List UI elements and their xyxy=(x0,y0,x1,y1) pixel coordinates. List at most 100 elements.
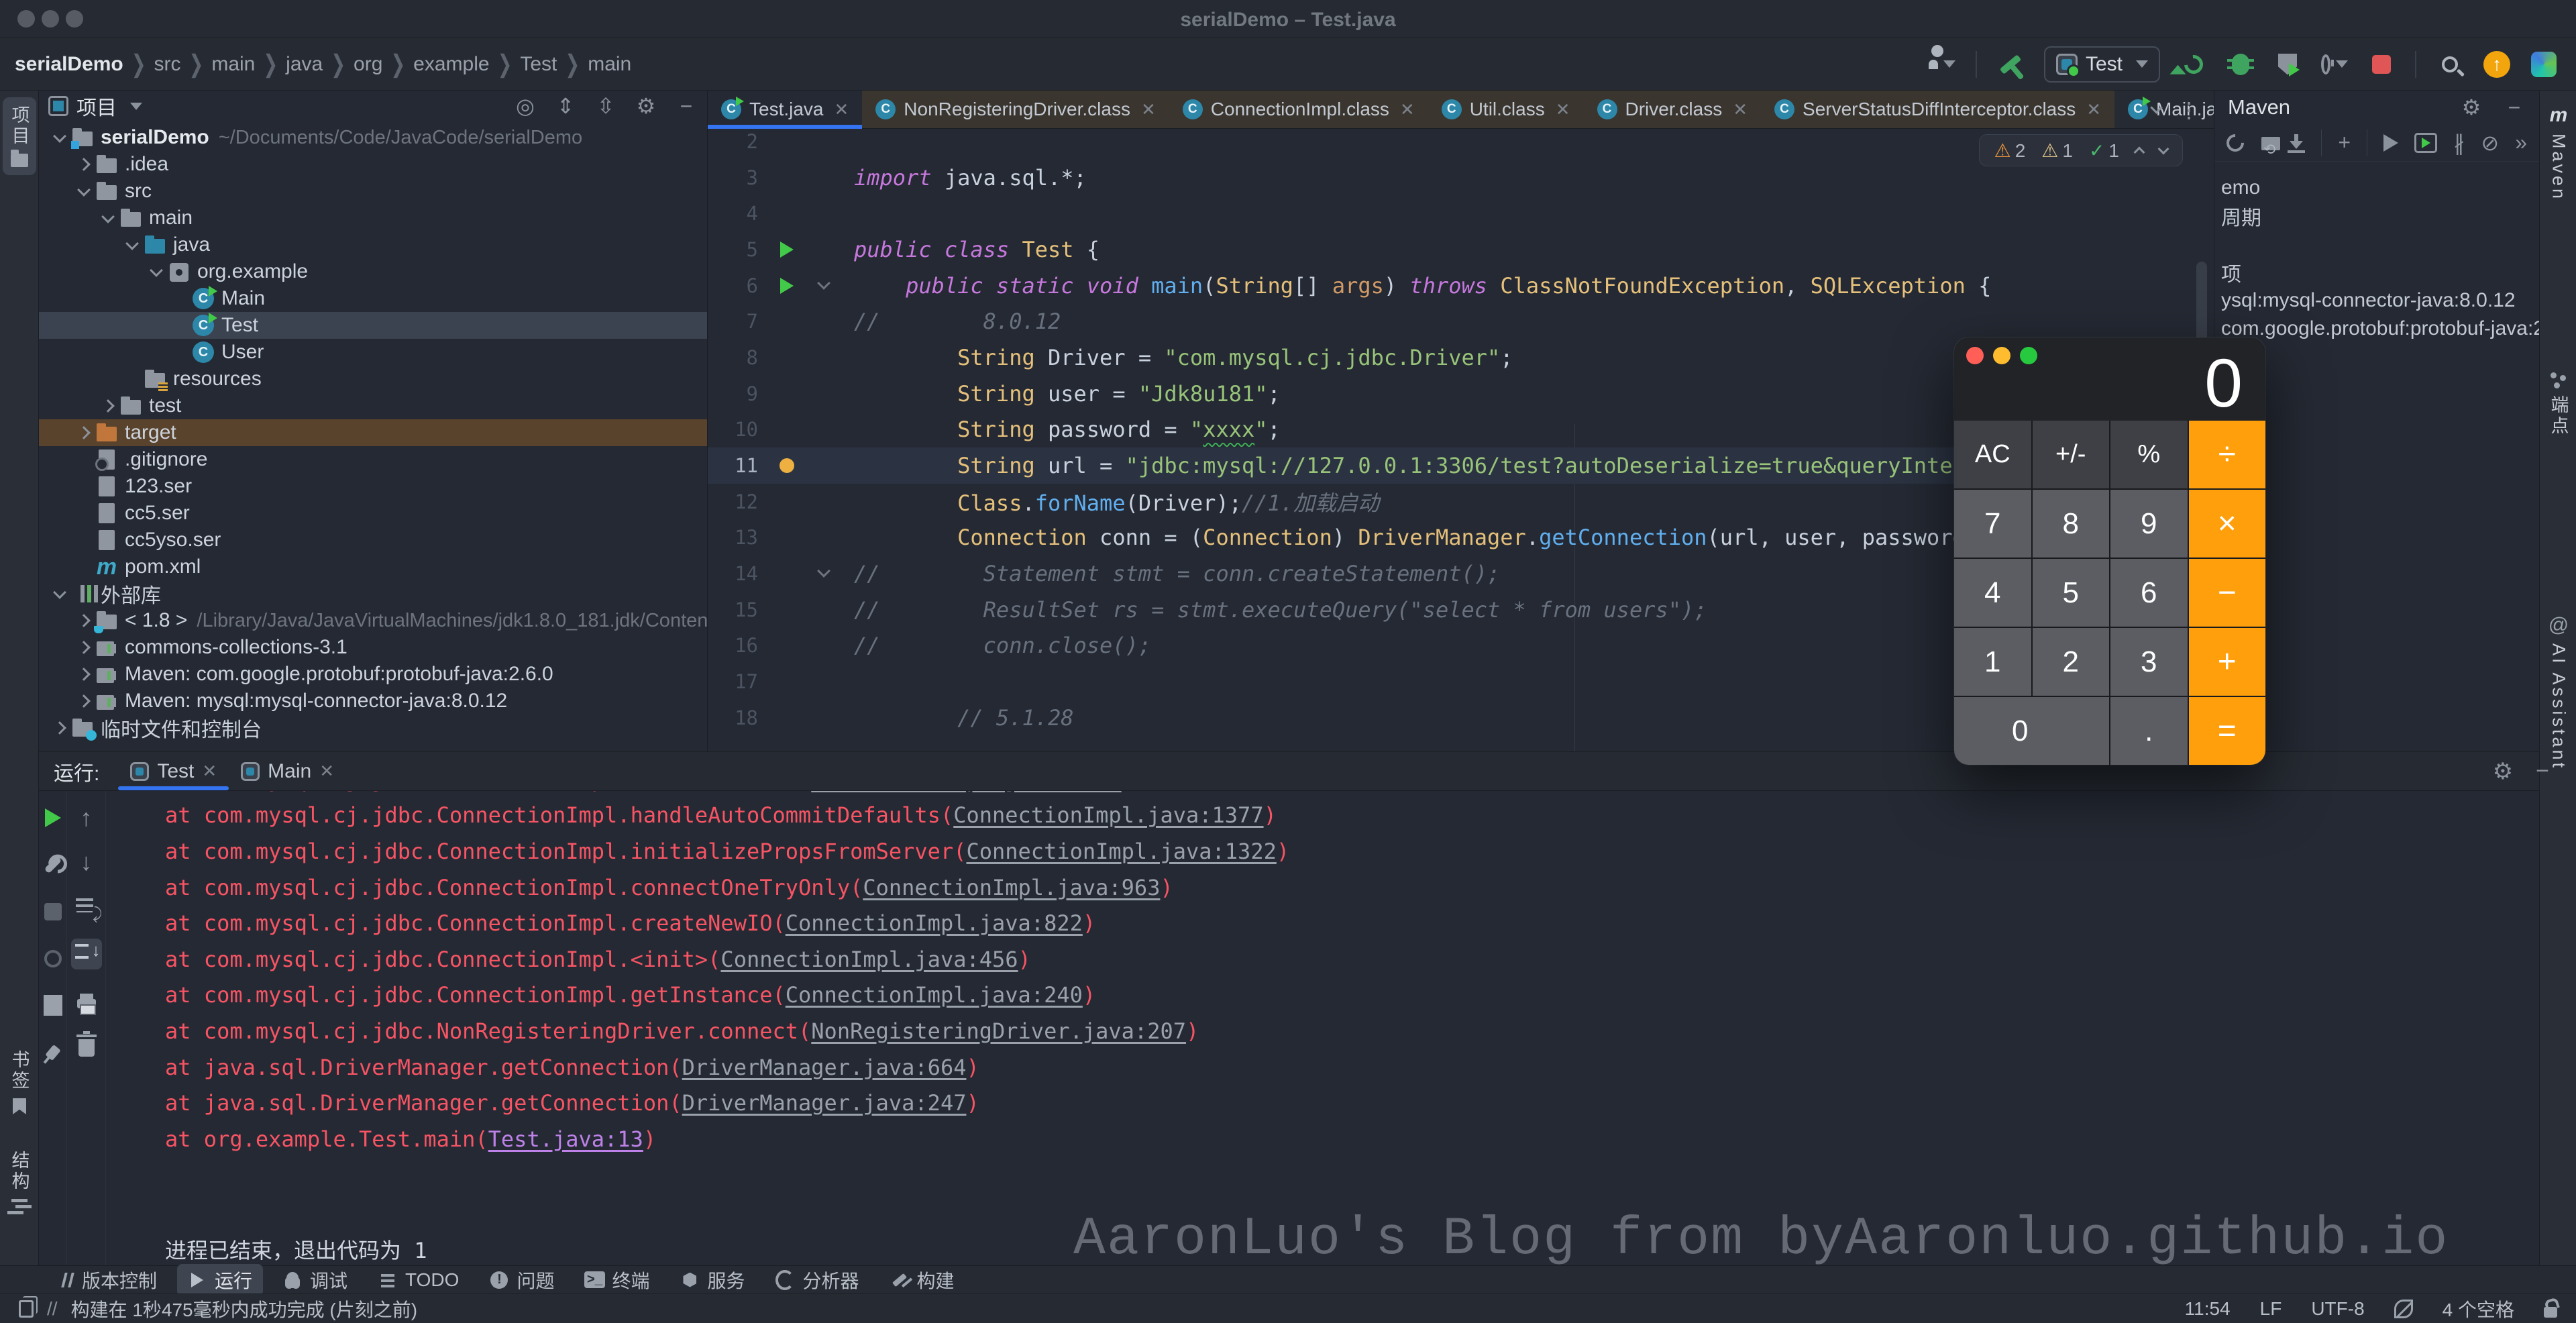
run-configuration-chip[interactable]: Test xyxy=(2044,46,2160,83)
stack-trace-line[interactable]: at java.sql.DriverManager.getConnection(… xyxy=(106,1049,2539,1086)
code-line[interactable]: 5 public class Test { xyxy=(708,231,2214,268)
run-button[interactable] xyxy=(2180,51,2207,78)
file-encoding[interactable]: UTF-8 xyxy=(2311,1298,2364,1320)
download-sources-icon[interactable] xyxy=(2288,131,2305,154)
user-icon[interactable] xyxy=(1929,51,1955,78)
calculator-key[interactable]: 1 xyxy=(1954,628,2031,696)
profiler-button[interactable] xyxy=(2321,51,2348,78)
calculator-key[interactable]: − xyxy=(2189,559,2266,627)
tool-window-button[interactable]: 版本控制 xyxy=(44,1264,168,1296)
tree-row[interactable]: org.example xyxy=(39,258,707,285)
edit-configuration-icon[interactable] xyxy=(41,853,65,877)
calculator-key[interactable]: 3 xyxy=(2110,628,2188,696)
calculator-key[interactable]: AC xyxy=(1954,421,2031,488)
tree-row[interactable]: java xyxy=(39,231,707,258)
stack-trace-line[interactable]: at com.mysql.cj.jdbc.ConnectionImpl.hand… xyxy=(106,798,2539,834)
tree-row[interactable]: test xyxy=(39,392,707,419)
more-actions-icon[interactable]: » xyxy=(2515,131,2527,154)
tree-chevron-icon[interactable] xyxy=(48,134,71,141)
tree-chevron-icon[interactable] xyxy=(48,723,71,733)
tree-row[interactable]: target xyxy=(39,419,707,446)
calc-zoom-icon[interactable] xyxy=(2020,347,2037,364)
tree-row[interactable]: 123.ser xyxy=(39,473,707,500)
stack-trace-line[interactable]: at com.mysql.cj.jdbc.ConnectionImpl.<ini… xyxy=(106,941,2539,977)
tool-window-button[interactable]: TODO xyxy=(368,1267,470,1293)
stack-trace-line[interactable]: at com.mysql.cj.jdbc.ConnectionImpl.getI… xyxy=(106,977,2539,1014)
reimport-icon[interactable] xyxy=(2226,131,2244,154)
tree-row[interactable]: cc5.ser xyxy=(39,500,707,527)
gear-icon[interactable]: ⚙ xyxy=(635,93,657,119)
locate-file-icon[interactable]: ◎ xyxy=(514,93,537,119)
search-everywhere-icon[interactable] xyxy=(2436,51,2463,78)
close-tab-icon[interactable]: ✕ xyxy=(319,761,334,782)
hide-panel-icon[interactable]: − xyxy=(2503,95,2526,120)
breadcrumb-item[interactable]: example xyxy=(413,53,489,76)
indent-setting[interactable]: 4 个空格 xyxy=(2443,1295,2514,1322)
skip-tests-icon[interactable]: ∦ xyxy=(2453,131,2465,154)
calculator-key[interactable]: 4 xyxy=(1954,559,2031,627)
editor-tab[interactable]: C Util.class ✕ xyxy=(1428,91,1584,128)
tree-chevron-icon[interactable] xyxy=(72,643,95,652)
tree-chevron-icon[interactable] xyxy=(72,188,95,195)
stack-trace-line[interactable]: at com.mysql.cj.jdbc.ConnectionImpl.conn… xyxy=(106,869,2539,906)
calculator-key[interactable]: 5 xyxy=(2033,559,2110,627)
tree-row[interactable]: Maven: mysql:mysql-connector-java:8.0.12 xyxy=(39,688,707,715)
breadcrumb-item[interactable]: serialDemo xyxy=(15,53,123,76)
stack-trace-line[interactable]: at com.mysql.cj.jdbc.ConnectionImpl.crea… xyxy=(106,905,2539,941)
tool-window-button[interactable]: 运行 xyxy=(177,1264,263,1296)
gear-icon[interactable]: ⚙ xyxy=(2460,95,2483,120)
tree-chevron-icon[interactable] xyxy=(97,215,119,221)
gutter-icon[interactable] xyxy=(758,278,815,294)
stop-button[interactable] xyxy=(2368,51,2395,78)
editor-tab[interactable]: C NonRegisteringDriver.class ✕ xyxy=(862,91,1169,128)
next-occurrence-icon[interactable] xyxy=(74,850,99,874)
layers-icon[interactable] xyxy=(19,1300,34,1318)
tool-stripe-structure[interactable]: 结构 xyxy=(3,1151,36,1214)
calculator-key[interactable]: % xyxy=(2110,421,2188,488)
caret-position[interactable]: 11:54 xyxy=(2185,1298,2231,1320)
build-hammer-icon[interactable] xyxy=(1997,51,2024,78)
close-tab-icon[interactable]: ✕ xyxy=(2086,99,2101,120)
breadcrumb-item[interactable]: main xyxy=(211,53,255,76)
tree-row[interactable]: 外部库 xyxy=(39,580,707,607)
tree-row[interactable]: cc5yso.ser xyxy=(39,527,707,553)
breadcrumb-item[interactable]: Test xyxy=(520,53,557,76)
tool-stripe-project[interactable]: 项目 xyxy=(3,97,36,175)
tree-row[interactable]: User xyxy=(39,339,707,366)
close-tab-icon[interactable]: ✕ xyxy=(1400,99,1415,120)
run-console[interactable]: at com.mysql.cj.jdbc.ConnectionImpl.setA… xyxy=(106,791,2539,1265)
calculator-key[interactable]: = xyxy=(2189,697,2266,765)
run-tab[interactable]: Test ✕ xyxy=(118,752,229,790)
hide-panel-icon[interactable]: − xyxy=(2536,758,2549,785)
tree-chevron-icon[interactable] xyxy=(72,696,95,706)
tree-row[interactable]: src xyxy=(39,178,707,205)
tree-chevron-icon[interactable] xyxy=(97,401,119,411)
code-line[interactable]: 7 // 8.0.12 xyxy=(708,303,2214,339)
next-issue-icon[interactable] xyxy=(2158,144,2169,155)
editor-tab[interactable]: C Driver.class ✕ xyxy=(1584,91,1762,128)
tool-window-button[interactable]: 构建 xyxy=(879,1264,965,1296)
rerun-button[interactable] xyxy=(41,806,65,830)
tree-row[interactable]: main xyxy=(39,205,707,231)
calculator-key[interactable]: +/- xyxy=(2033,421,2110,488)
calculator-key[interactable]: ÷ xyxy=(2189,421,2266,488)
hide-panel-icon[interactable]: − xyxy=(675,94,698,119)
coverage-button[interactable] xyxy=(2274,51,2301,78)
update-icon[interactable]: ↑ xyxy=(2483,51,2510,78)
ide-logo-icon[interactable] xyxy=(2530,51,2557,78)
calculator-key[interactable]: . xyxy=(2110,697,2188,765)
tree-row[interactable]: commons-collections-3.1 xyxy=(39,634,707,661)
tool-window-button[interactable]: 服务 xyxy=(669,1264,755,1296)
calculator-key[interactable]: 6 xyxy=(2110,559,2188,627)
expand-all-icon[interactable]: ⇕ xyxy=(554,93,577,119)
calc-close-icon[interactable] xyxy=(1966,347,1984,364)
tree-row[interactable]: Maven: com.google.protobuf:protobuf-java… xyxy=(39,661,707,688)
calculator-key[interactable]: 0 xyxy=(1954,697,2109,765)
calculator-key[interactable]: × xyxy=(2189,490,2266,558)
tree-row[interactable]: .gitignore xyxy=(39,446,707,473)
tree-row[interactable]: Test xyxy=(39,312,707,339)
line-separator[interactable]: LF xyxy=(2260,1298,2282,1320)
editor-tab[interactable]: C ServerStatusDiffInterceptor.class ✕ xyxy=(1761,91,2114,128)
breadcrumb-item[interactable]: org xyxy=(354,53,382,76)
tree-chevron-icon[interactable] xyxy=(72,670,95,679)
